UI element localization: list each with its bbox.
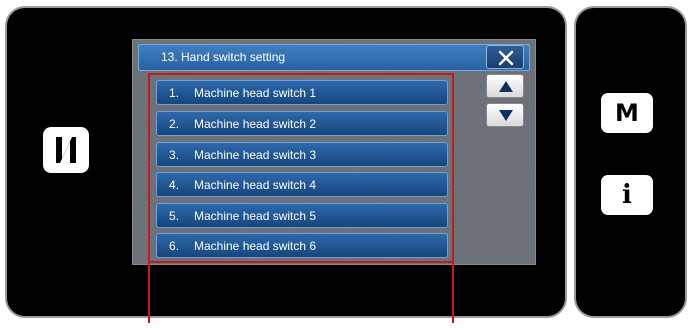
- callout-leader-line-right: [452, 263, 454, 323]
- nfc-icon: [43, 127, 89, 173]
- close-icon: [498, 50, 514, 66]
- menu-button[interactable]: M: [601, 93, 653, 133]
- dialog-title: 13. Hand switch setting: [161, 50, 286, 64]
- dialog-title-bar: 13. Hand switch setting: [138, 44, 530, 71]
- scroll-down-button[interactable]: [486, 103, 524, 127]
- side-button-panel: [574, 6, 687, 318]
- close-button[interactable]: [486, 45, 524, 69]
- triangle-down-icon: [499, 110, 513, 121]
- info-button[interactable]: i: [601, 175, 653, 215]
- scroll-up-button[interactable]: [486, 74, 524, 98]
- callout-leader-line-left: [148, 263, 150, 323]
- callout-highlight-box: [148, 73, 454, 263]
- triangle-up-icon: [499, 81, 513, 92]
